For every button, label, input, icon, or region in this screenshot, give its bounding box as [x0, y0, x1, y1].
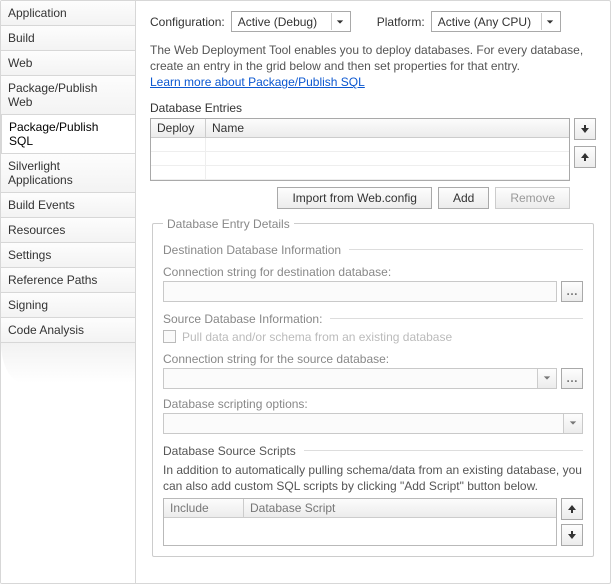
configuration-label: Configuration: — [150, 15, 225, 29]
pull-data-checkbox[interactable] — [163, 330, 176, 343]
grid-row[interactable] — [151, 166, 569, 180]
sidebar-tail — [1, 343, 135, 583]
sidebar-item-label: Reference Paths — [8, 273, 97, 287]
database-entry-details-group: Database Entry Details Destination Datab… — [152, 217, 594, 557]
project-tabs-sidebar: Application Build Web Package/Publish We… — [1, 1, 136, 583]
sidebar-item-build[interactable]: Build — [1, 26, 135, 51]
sidebar-item-signing[interactable]: Signing — [1, 293, 135, 318]
source-conn-label: Connection string for the source databas… — [163, 352, 583, 366]
dropdown-arrow-icon — [541, 13, 558, 30]
configuration-select[interactable]: Active (Debug) — [231, 11, 351, 32]
description-text: The Web Deployment Tool enables you to d… — [150, 43, 583, 73]
dropdown-arrow-icon — [537, 369, 556, 388]
dropdown-arrow-icon — [331, 13, 348, 30]
scripts-description: In addition to automatically pulling sch… — [163, 462, 583, 494]
script-move-up-button[interactable] — [561, 498, 583, 520]
sidebar-item-label: Application — [8, 6, 67, 20]
sidebar-item-label: Package/Publish Web — [8, 81, 97, 109]
platform-value: Active (Any CPU) — [438, 15, 531, 29]
remove-button: Remove — [495, 187, 570, 209]
sidebar-item-label: Silverlight Applications — [8, 159, 73, 187]
sidebar-item-label: Code Analysis — [8, 323, 84, 337]
source-conn-browse-button[interactable]: … — [561, 368, 583, 389]
import-from-webconfig-button[interactable]: Import from Web.config — [277, 187, 432, 209]
database-entries-grid[interactable]: Deploy Name — [150, 118, 570, 181]
scripts-grid[interactable]: Include Database Script — [163, 498, 557, 546]
script-move-down-button[interactable] — [561, 524, 583, 546]
source-db-heading: Source Database Information: — [163, 312, 583, 326]
page-description: The Web Deployment Tool enables you to d… — [150, 42, 596, 91]
dest-conn-browse-button[interactable]: … — [561, 281, 583, 302]
move-down-button[interactable] — [574, 118, 596, 140]
dropdown-arrow-icon — [563, 414, 582, 433]
grid-row[interactable] — [151, 152, 569, 166]
scripts-col-script[interactable]: Database Script — [244, 499, 556, 517]
sidebar-item-code-analysis[interactable]: Code Analysis — [1, 318, 135, 343]
db-source-scripts-heading: Database Source Scripts — [163, 444, 583, 458]
sidebar-item-label: Web — [8, 56, 32, 70]
sidebar-item-label: Resources — [8, 223, 65, 237]
sidebar-item-package-publish-web[interactable]: Package/Publish Web — [1, 76, 135, 115]
sidebar-item-label: Package/Publish SQL — [9, 120, 98, 148]
platform-label: Platform: — [377, 15, 425, 29]
sidebar-item-application[interactable]: Application — [1, 1, 135, 26]
add-button[interactable]: Add — [438, 187, 489, 209]
sidebar-item-package-publish-sql[interactable]: Package/Publish SQL — [1, 115, 135, 154]
platform-select[interactable]: Active (Any CPU) — [431, 11, 561, 32]
sidebar-item-silverlight[interactable]: Silverlight Applications — [1, 154, 135, 193]
sidebar-item-reference-paths[interactable]: Reference Paths — [1, 268, 135, 293]
sidebar-item-label: Build Events — [8, 198, 75, 212]
move-up-button[interactable] — [574, 146, 596, 168]
grid-col-deploy[interactable]: Deploy — [151, 119, 206, 137]
sidebar-item-build-events[interactable]: Build Events — [1, 193, 135, 218]
sidebar-item-label: Settings — [8, 248, 51, 262]
script-options-label: Database scripting options: — [163, 397, 583, 411]
source-conn-combo[interactable] — [163, 368, 557, 389]
grid-row[interactable] — [151, 138, 569, 152]
pull-data-label: Pull data and/or schema from an existing… — [182, 330, 452, 344]
configuration-value: Active (Debug) — [238, 15, 317, 29]
dest-conn-label: Connection string for destination databa… — [163, 265, 583, 279]
sidebar-item-resources[interactable]: Resources — [1, 218, 135, 243]
learn-more-link[interactable]: Learn more about Package/Publish SQL — [150, 75, 365, 89]
sidebar-item-settings[interactable]: Settings — [1, 243, 135, 268]
sidebar-item-label: Build — [8, 31, 35, 45]
scripts-col-include[interactable]: Include — [164, 499, 244, 517]
sidebar-item-label: Signing — [8, 298, 48, 312]
destination-db-heading: Destination Database Information — [163, 243, 583, 257]
details-group-title: Database Entry Details — [163, 217, 294, 231]
grid-col-name[interactable]: Name — [206, 119, 569, 137]
database-entries-heading: Database Entries — [150, 101, 596, 115]
main-panel: Configuration: Active (Debug) Platform: … — [136, 1, 610, 583]
sidebar-item-web[interactable]: Web — [1, 51, 135, 76]
dest-conn-input[interactable] — [163, 281, 557, 302]
script-options-combo[interactable] — [163, 413, 583, 434]
